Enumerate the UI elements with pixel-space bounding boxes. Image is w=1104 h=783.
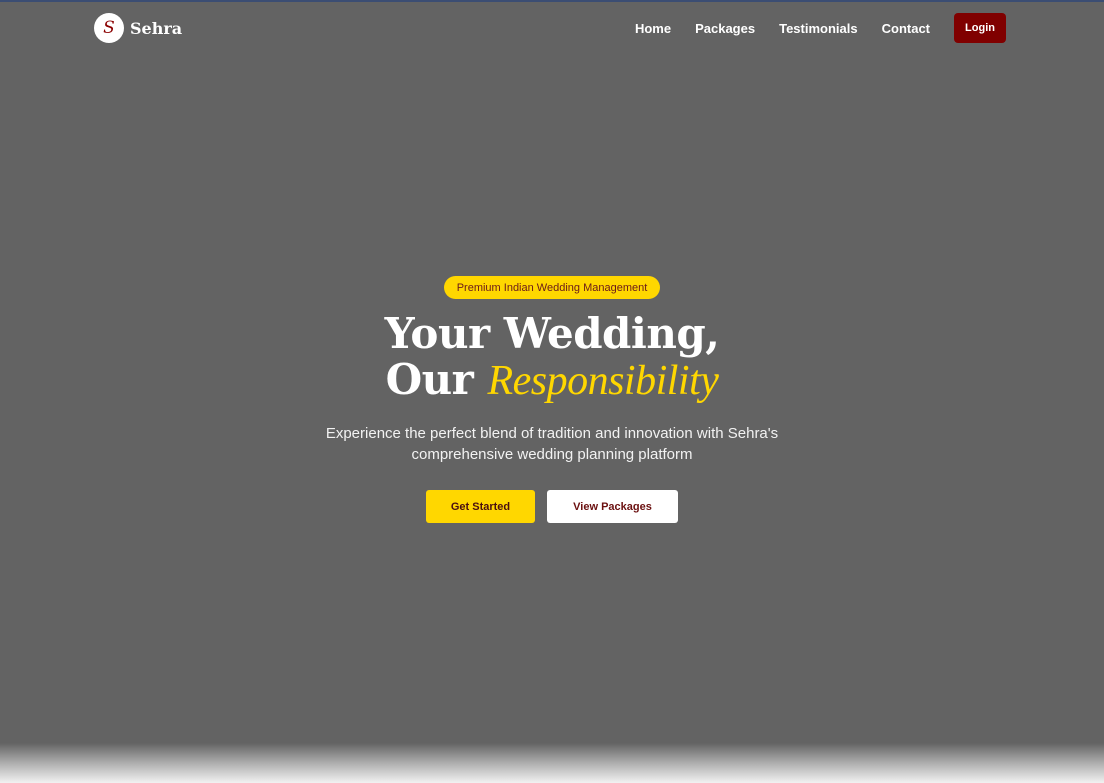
navbar: S Sehra Home Packages Testimonials Conta… <box>0 0 1104 56</box>
hero-section: Premium Indian Wedding Management Your W… <box>0 276 1104 523</box>
get-started-button[interactable]: Get Started <box>426 490 535 523</box>
hero-title-line1: Your Wedding, <box>384 309 720 358</box>
hero-title: Your Wedding, Our Responsibility <box>384 309 720 405</box>
nav-link-packages[interactable]: Packages <box>695 21 755 36</box>
logo[interactable]: S Sehra <box>94 13 182 43</box>
nav-link-home[interactable]: Home <box>635 21 671 36</box>
login-button[interactable]: Login <box>954 13 1006 43</box>
nav-link-contact[interactable]: Contact <box>882 21 930 36</box>
hero-subtitle: Experience the perfect blend of traditio… <box>325 425 779 463</box>
hero-title-line2-plain: Our <box>385 355 488 404</box>
bottom-fade <box>0 743 1104 783</box>
view-packages-button[interactable]: View Packages <box>547 490 678 523</box>
hero-badge: Premium Indian Wedding Management <box>443 276 661 299</box>
logo-text: Sehra <box>130 18 183 38</box>
nav-link-testimonials[interactable]: Testimonials <box>779 21 858 36</box>
nav-links: Home Packages Testimonials Contact Login <box>635 13 1006 43</box>
hero-buttons: Get Started View Packages <box>426 490 678 523</box>
hero-title-accent: Responsibility <box>487 358 719 404</box>
logo-icon: S <box>94 13 124 43</box>
